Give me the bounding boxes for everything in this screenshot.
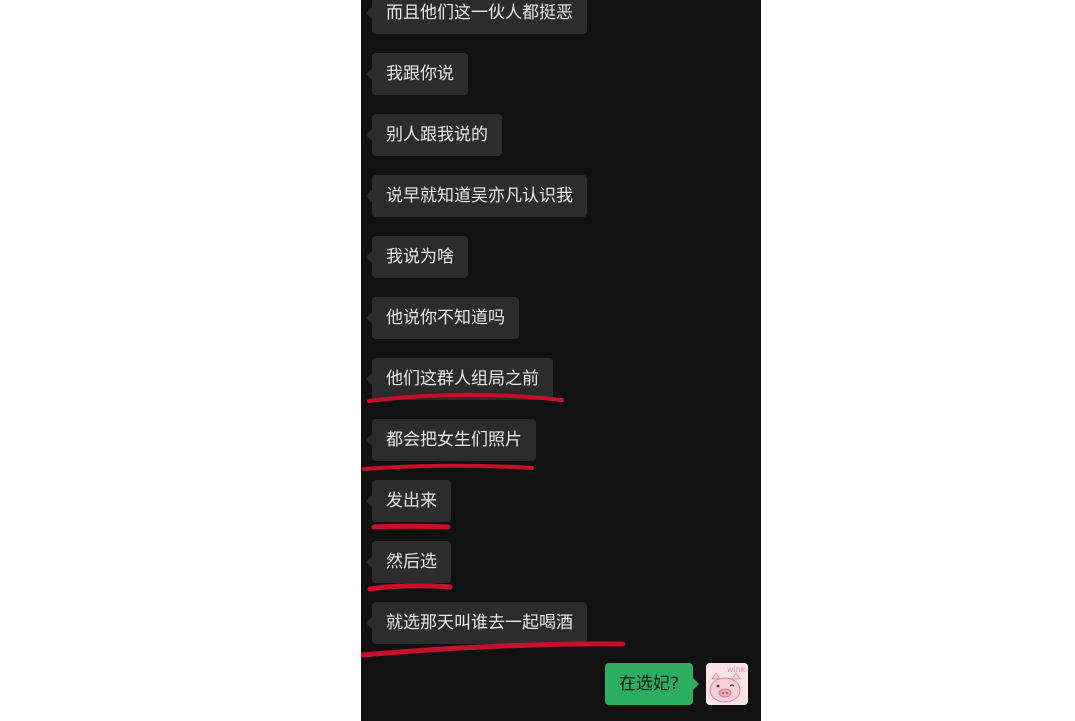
avatar[interactable]: wink bbox=[706, 663, 748, 705]
sticker-text: wink bbox=[727, 665, 746, 674]
chat-screen: 而且他们这一伙人都挺恶 我跟你说 别人跟我说的 说早就知道吴亦凡认识我 我说为啥… bbox=[361, 0, 761, 721]
message-bubble[interactable]: 就选那天叫谁去一起喝酒 bbox=[366, 602, 587, 644]
message-text: 说早就知道吴亦凡认识我 bbox=[386, 186, 573, 206]
message-text: 他说你不知道吗 bbox=[386, 308, 505, 328]
underline-mark bbox=[362, 463, 534, 471]
message-bubble[interactable]: 别人跟我说的 bbox=[366, 114, 502, 156]
message-bubble[interactable]: 他们这群人组局之前 bbox=[366, 358, 553, 400]
underline-mark bbox=[361, 641, 626, 658]
message-bubble[interactable]: 说早就知道吴亦凡认识我 bbox=[366, 175, 587, 217]
message-text: 都会把女生们照片 bbox=[386, 430, 522, 450]
message-bubble[interactable]: 我说为啥 bbox=[366, 236, 468, 278]
message-text: 而且他们这一伙人都挺恶 bbox=[386, 3, 573, 23]
message-text: 他们这群人组局之前 bbox=[386, 369, 539, 389]
outgoing-message-bubble[interactable]: 在选妃? bbox=[604, 663, 700, 705]
message-text: 我跟你说 bbox=[386, 64, 454, 84]
pig-sticker-icon: wink bbox=[706, 663, 748, 705]
message-text: 发出来 bbox=[386, 491, 437, 511]
underline-mark bbox=[371, 523, 451, 530]
message-bubble[interactable]: 然后选 bbox=[366, 541, 451, 583]
message-bubble[interactable]: 他说你不知道吗 bbox=[366, 297, 519, 339]
message-text: 我说为啥 bbox=[386, 247, 454, 267]
message-text: 在选妃? bbox=[618, 674, 679, 694]
message-text: 别人跟我说的 bbox=[386, 125, 488, 145]
message-text: 就选那天叫谁去一起喝酒 bbox=[386, 613, 573, 633]
message-text: 然后选 bbox=[386, 552, 437, 572]
message-bubble[interactable]: 我跟你说 bbox=[366, 53, 468, 95]
message-bubble[interactable]: 都会把女生们照片 bbox=[366, 419, 536, 461]
message-bubble[interactable]: 而且他们这一伙人都挺恶 bbox=[366, 0, 587, 34]
message-bubble[interactable]: 发出来 bbox=[366, 480, 451, 522]
underline-mark bbox=[367, 583, 453, 592]
